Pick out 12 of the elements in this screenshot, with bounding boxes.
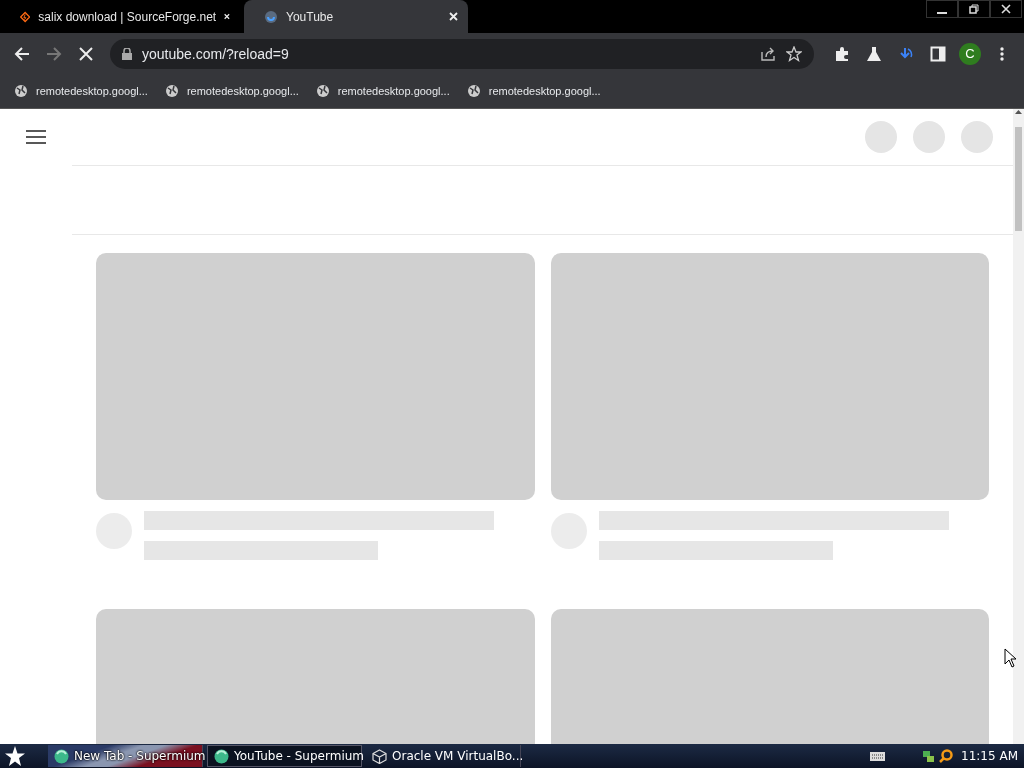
bookmark[interactable]: remotedesktop.googl...	[315, 84, 450, 98]
bookmark[interactable]: remotedesktop.googl...	[466, 84, 601, 98]
bookmark[interactable]: remotedesktop.googl...	[14, 84, 148, 98]
browser-tab[interactable]: YouTube	[244, 0, 468, 33]
taskbar-button[interactable]: YouTube - Supermium	[207, 745, 362, 767]
clock: 11:15 AM	[961, 749, 1018, 763]
profile-avatar[interactable]: C	[959, 42, 981, 65]
browser-tab[interactable]: salix download | SourceForge.net	[0, 0, 240, 33]
bookmark[interactable]: remotedesktop.googl...	[164, 84, 299, 98]
address-bar[interactable]: youtube.com/?reload=9	[110, 38, 814, 69]
taskbar-button[interactable]: New Tab - Supermium	[48, 745, 203, 767]
taskbar-button[interactable]: Oracle VM VirtualBo...	[366, 745, 521, 767]
